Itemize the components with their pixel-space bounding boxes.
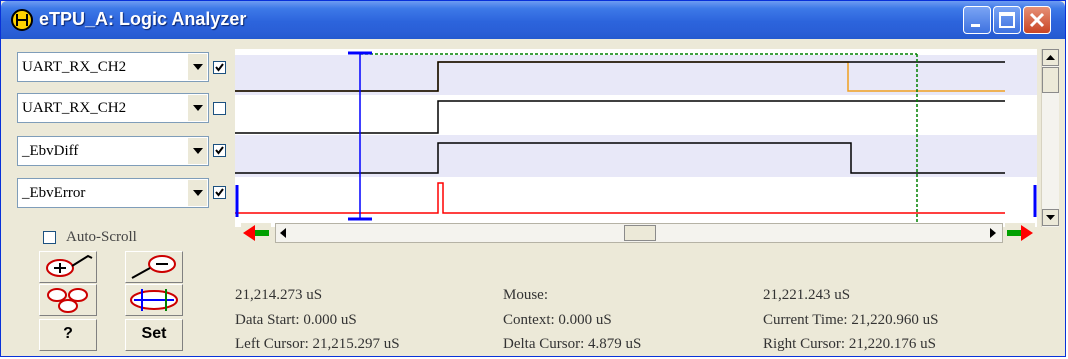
scroll-left-icon[interactable] bbox=[278, 227, 288, 239]
dropdown-arrow-button[interactable] bbox=[187, 95, 207, 121]
left-cursor-readout: Left Cursor: 21,215.297 uS bbox=[235, 336, 400, 352]
dropdown-arrow-button[interactable] bbox=[187, 138, 207, 164]
close-icon bbox=[1029, 12, 1045, 28]
channel-checkbox-4[interactable] bbox=[213, 186, 226, 199]
left-time-readout: 21,214.273 uS bbox=[235, 287, 323, 303]
context-readout: Context: 0.000 uS bbox=[503, 312, 612, 328]
maximize-button[interactable] bbox=[993, 6, 1021, 34]
zoom-fit-button[interactable] bbox=[39, 284, 97, 316]
vertical-scrollbar[interactable] bbox=[1041, 49, 1059, 227]
zoom-in-icon bbox=[46, 254, 93, 277]
channel-name-1: UART_RX_CH2 bbox=[22, 59, 127, 75]
current-time-readout: Current Time: 21,220.960 uS bbox=[763, 312, 939, 328]
data-start-readout: Data Start: 0.000 uS bbox=[235, 312, 357, 328]
right-cursor-readout: Right Cursor: 21,220.176 uS bbox=[763, 336, 936, 352]
checkmark-icon bbox=[215, 188, 224, 197]
help-button[interactable]: ? bbox=[39, 319, 97, 351]
channel-name-4: _EbvError bbox=[22, 185, 86, 201]
arrow-down-icon bbox=[1046, 215, 1055, 220]
scroll-up-button[interactable] bbox=[1042, 49, 1059, 66]
channel-select-3[interactable]: _EbvDiff bbox=[17, 136, 209, 166]
mouse-readout: Mouse: bbox=[503, 287, 548, 303]
auto-scroll-checkbox[interactable] bbox=[43, 231, 56, 244]
zoom-in-button[interactable] bbox=[39, 251, 97, 283]
trace-2 bbox=[235, 100, 1005, 134]
auto-scroll-label: Auto-Scroll bbox=[66, 229, 137, 245]
zoom-out-icon bbox=[131, 255, 176, 279]
checkmark-icon bbox=[215, 146, 224, 155]
checkmark-icon bbox=[215, 63, 224, 72]
zoom-multi-icon bbox=[47, 288, 88, 313]
set-button-label: Set bbox=[141, 325, 167, 342]
minimize-button[interactable] bbox=[963, 6, 991, 34]
waveform-display[interactable] bbox=[235, 49, 1037, 227]
chevron-down-icon bbox=[193, 105, 203, 111]
arrow-up-icon bbox=[1046, 55, 1055, 60]
help-button-label: ? bbox=[63, 325, 73, 342]
client-area: UART_RX_CH2 UART_RX_CH2 _EbvDiff _EbvErr… bbox=[5, 39, 1061, 354]
zoom-out-button[interactable] bbox=[125, 251, 183, 283]
vertical-scroll-thumb[interactable] bbox=[1042, 67, 1059, 93]
channel-checkbox-3[interactable] bbox=[213, 144, 226, 157]
title-bar[interactable]: eTPU_A: Logic Analyzer bbox=[1, 1, 1065, 39]
channel-name-3: _EbvDiff bbox=[22, 143, 79, 159]
horizontal-scroll-thumb[interactable] bbox=[624, 225, 656, 241]
window-title: eTPU_A: Logic Analyzer bbox=[39, 9, 247, 29]
scroll-right-icon[interactable] bbox=[988, 227, 998, 239]
chevron-down-icon bbox=[193, 190, 203, 196]
app-icon bbox=[11, 9, 33, 31]
close-button[interactable] bbox=[1023, 6, 1051, 34]
scroll-down-button[interactable] bbox=[1042, 209, 1059, 226]
horizontal-scrollbar[interactable] bbox=[275, 223, 1003, 243]
arrow-right-icon[interactable] bbox=[1005, 223, 1035, 243]
set-button[interactable]: Set bbox=[125, 319, 183, 351]
channel-select-2[interactable]: UART_RX_CH2 bbox=[17, 93, 209, 123]
channel-select-1[interactable]: UART_RX_CH2 bbox=[17, 52, 209, 82]
zoom-range-button[interactable] bbox=[125, 284, 183, 316]
minimize-icon bbox=[971, 24, 980, 27]
maximize-icon bbox=[999, 12, 1015, 28]
delta-cursor-readout: Delta Cursor: 4.879 uS bbox=[503, 336, 642, 352]
zoom-range-icon bbox=[130, 289, 178, 311]
logic-analyzer-window: eTPU_A: Logic Analyzer UART_RX_CH2 UART_… bbox=[0, 0, 1066, 357]
right-time-readout: 21,221.243 uS bbox=[763, 287, 851, 303]
channel-name-2: UART_RX_CH2 bbox=[22, 100, 127, 116]
chevron-down-icon bbox=[193, 148, 203, 154]
chevron-down-icon bbox=[193, 64, 203, 70]
channel-select-4[interactable]: _EbvError bbox=[17, 178, 209, 208]
trace-4 bbox=[235, 182, 1005, 214]
channel-checkbox-1[interactable] bbox=[213, 61, 226, 74]
dropdown-arrow-button[interactable] bbox=[187, 180, 207, 206]
dropdown-arrow-button[interactable] bbox=[187, 54, 207, 80]
channel-checkbox-2[interactable] bbox=[213, 102, 226, 115]
arrow-left-icon[interactable] bbox=[241, 223, 271, 243]
